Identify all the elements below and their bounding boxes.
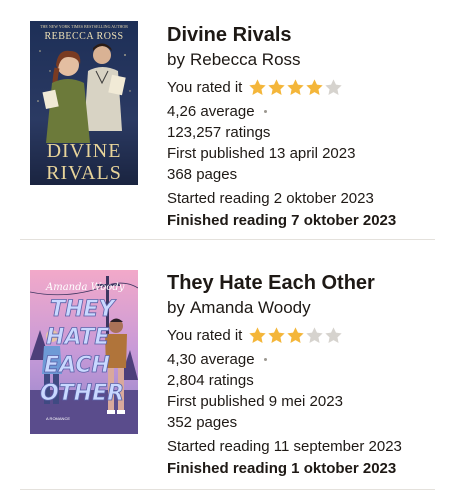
page-count: 368 pages: [167, 166, 238, 183]
star-icon[interactable]: [248, 78, 267, 97]
average-rating: 4,26 average: [167, 103, 255, 120]
cover-title-line-1: DIVINE: [47, 140, 122, 162]
star-icon[interactable]: [248, 326, 267, 345]
rated-label: You rated it: [167, 78, 243, 96]
cover-title-line-2: RIVALS: [46, 162, 122, 184]
rated-label: You rated it: [167, 326, 243, 344]
book-author-link[interactable]: by Rebecca Ross: [167, 48, 452, 72]
star-icon[interactable]: [267, 78, 286, 97]
cover-title-line-3: EACH: [44, 353, 110, 378]
star-icon[interactable]: [286, 326, 305, 345]
book-entry: THE NEW YORK TIMES BESTSELLING AUTHOR RE…: [0, 0, 455, 240]
star-icon[interactable]: [267, 326, 286, 345]
cover-author-text: REBECCA ROSS: [44, 31, 123, 42]
cover-title-line-1: THEY: [50, 297, 116, 322]
divider: [20, 239, 435, 240]
by-label: by: [167, 50, 185, 69]
finished-reading: Finished reading 1 oktober 2023: [167, 460, 397, 477]
cover-title-line-2: HATE: [46, 325, 109, 350]
first-published: First published 9 mei 2023: [167, 393, 343, 410]
book-title[interactable]: They Hate Each Other: [167, 270, 452, 296]
book-author-link[interactable]: by Amanda Woody: [167, 296, 452, 320]
divider: [20, 489, 435, 490]
cover-tagline: A ROMANCE: [46, 416, 70, 421]
they-hate-each-other-cover-art: Amanda Woody THEY HATE EACH OTHER A ROMA…: [30, 270, 138, 434]
book-title[interactable]: Divine Rivals: [167, 22, 452, 48]
by-label: by: [167, 298, 185, 317]
separator-dot: [263, 110, 267, 113]
author-name: Rebecca Ross: [189, 50, 301, 69]
star-icon[interactable]: [286, 78, 305, 97]
divine-rivals-cover-art: THE NEW YORK TIMES BESTSELLING AUTHOR RE…: [30, 21, 138, 185]
started-reading: Started reading 2 oktober 2023: [167, 190, 374, 207]
book-entry: Amanda Woody THEY HATE EACH OTHER A ROMA…: [0, 246, 455, 500]
star-icon[interactable]: [324, 78, 343, 97]
first-published: First published 13 april 2023: [167, 145, 356, 162]
average-rating-row: 4,26 average: [167, 101, 452, 122]
star-rating[interactable]: [248, 326, 343, 345]
page-count: 352 pages: [167, 414, 238, 431]
cover-title-line-4: OTHER: [40, 381, 124, 406]
star-icon[interactable]: [305, 78, 324, 97]
cover-top-text: THE NEW YORK TIMES BESTSELLING AUTHOR: [40, 24, 128, 29]
average-rating: 4,30 average: [167, 351, 255, 368]
star-icon[interactable]: [305, 326, 324, 345]
started-reading: Started reading 11 september 2023: [167, 438, 402, 455]
star-icon[interactable]: [324, 326, 343, 345]
cover-author-text: Amanda Woody: [45, 282, 125, 293]
ratings-count: 2,804 ratings: [167, 372, 254, 389]
book-cover[interactable]: THE NEW YORK TIMES BESTSELLING AUTHOR RE…: [30, 21, 138, 185]
average-rating-row: 4,30 average: [167, 349, 452, 370]
user-rating-row: You rated it: [167, 73, 452, 101]
user-rating-row: You rated it: [167, 321, 452, 349]
book-info: Divine Rivals by Rebecca Ross You rated i…: [167, 22, 452, 231]
finished-reading: Finished reading 7 oktober 2023: [167, 212, 397, 229]
book-info: They Hate Each Other by Amanda Woody You …: [167, 270, 452, 479]
separator-dot: [263, 358, 267, 361]
ratings-count: 123,257 ratings: [167, 124, 271, 141]
author-name: Amanda Woody: [189, 298, 311, 317]
book-cover[interactable]: Amanda Woody THEY HATE EACH OTHER A ROMA…: [30, 270, 138, 434]
star-rating[interactable]: [248, 78, 343, 97]
